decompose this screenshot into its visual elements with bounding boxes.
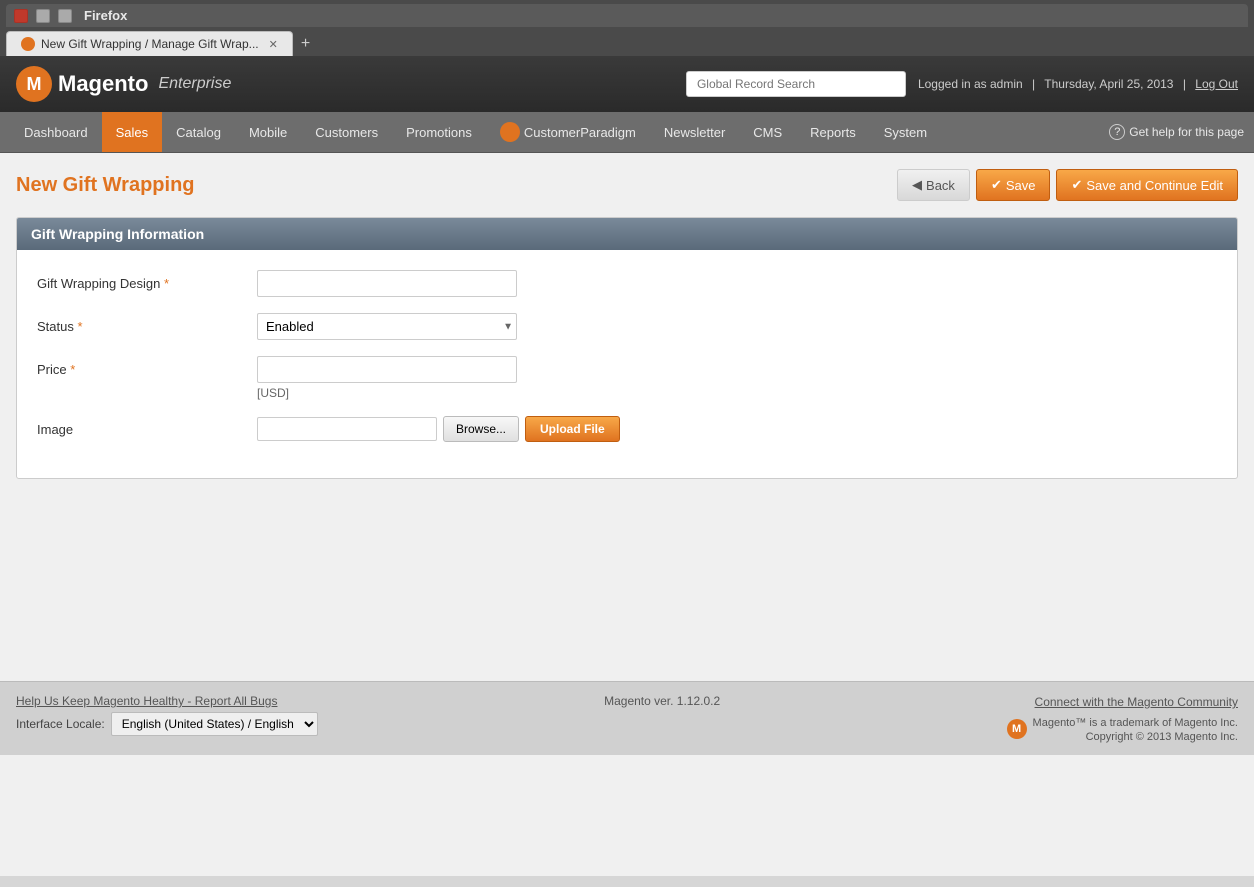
header-right: Logged in as admin | Thursday, April 25,… [686,71,1238,97]
community-link[interactable]: Connect with the Magento Community [1035,695,1238,709]
nav-item-sales[interactable]: Sales [102,112,163,152]
price-label: Price * [37,356,257,377]
nav-item-customer-paradigm[interactable]: CustomerParadigm [486,112,650,152]
design-required: * [164,276,169,291]
nav-item-dashboard[interactable]: Dashboard [10,112,102,152]
design-label: Gift Wrapping Design * [37,270,257,291]
form-body: Gift Wrapping Design * Status * [17,250,1237,478]
page-title: New Gift Wrapping [16,174,195,197]
nav-bar: Dashboard Sales Catalog Mobile Customers… [0,112,1254,153]
nav-item-promotions[interactable]: Promotions [392,112,486,152]
price-control: [USD] [257,356,1217,400]
footer-logo-icon: M [1007,719,1027,739]
maximize-button[interactable] [58,9,72,23]
save-continue-checkmark-icon: ✔ [1071,177,1082,193]
image-label: Image [37,416,257,437]
image-file-input[interactable] [257,417,437,441]
active-tab[interactable]: New Gift Wrapping / Manage Gift Wrap... … [6,31,293,56]
logo-icon: M [16,66,52,102]
logo-edition: Enterprise [158,75,231,93]
tab-close-icon[interactable]: ✕ [269,38,278,51]
browser-titlebar: Firefox [6,4,1248,27]
save-checkmark-icon: ✔ [991,177,1002,193]
back-arrow-icon: ◀ [912,177,922,193]
app-container: M Magento Enterprise Logged in as admin … [0,56,1254,876]
footer-locale: Interface Locale: English (United States… [16,712,318,736]
global-search-input[interactable] [686,71,906,97]
status-select[interactable]: Enabled Disabled [257,313,517,340]
locale-select[interactable]: English (United States) / English [111,712,318,736]
browser-tabs: New Gift Wrapping / Manage Gift Wrap... … [6,31,1248,56]
status-control: Enabled Disabled ▼ [257,313,1217,340]
design-row: Gift Wrapping Design * [37,270,1217,297]
save-button[interactable]: ✔ Save [976,169,1051,201]
customer-paradigm-icon [500,122,520,142]
minimize-button[interactable] [36,9,50,23]
design-control [257,270,1217,297]
nav-item-catalog[interactable]: Catalog [162,112,235,152]
design-input[interactable] [257,270,517,297]
logo-brand: Magento [58,71,148,97]
price-input[interactable] [257,356,517,383]
status-required: * [77,319,82,334]
footer-right: Connect with the Magento Community M Mag… [1007,694,1238,743]
help-circle-icon: ? [1109,124,1125,140]
form-section: Gift Wrapping Information Gift Wrapping … [16,217,1238,479]
image-control: Browse... Upload File [257,416,1217,442]
section-title: Gift Wrapping Information [31,226,204,242]
nav-item-system[interactable]: System [870,112,941,152]
user-status: Logged in as admin [918,77,1023,91]
magento-logo: M Magento Enterprise [16,66,231,102]
trademark-text: Magento™ is a trademark of Magento Inc. [1033,717,1238,729]
copyright-text: Copyright © 2013 Magento Inc. [1033,731,1238,743]
back-button[interactable]: ◀ Back [897,169,970,201]
browser-name: Firefox [84,8,127,23]
browser-chrome: Firefox New Gift Wrapping / Manage Gift … [0,0,1254,56]
image-input-group: Browse... Upload File [257,416,1217,442]
page-header: New Gift Wrapping ◀ Back ✔ Save ✔ Save a… [16,169,1238,201]
nav-item-reports[interactable]: Reports [796,112,870,152]
status-select-wrapper: Enabled Disabled ▼ [257,313,517,340]
report-bugs-link[interactable]: Help Us Keep Magento Healthy - Report Al… [16,694,318,708]
form-section-header: Gift Wrapping Information [17,218,1237,250]
logo-area: M Magento Enterprise [16,66,231,102]
nav-item-customers[interactable]: Customers [301,112,392,152]
pipe-separator: | [1183,77,1186,91]
locale-label: Interface Locale: [16,717,105,731]
footer-logo: M Magento™ is a trademark of Magento Inc… [1007,715,1238,743]
nav-item-cms[interactable]: CMS [739,112,796,152]
browse-button[interactable]: Browse... [443,416,519,442]
footer-left: Help Us Keep Magento Healthy - Report Al… [16,694,318,736]
image-row: Image Browse... Upload File [37,416,1217,442]
action-buttons: ◀ Back ✔ Save ✔ Save and Continue Edit [897,169,1238,201]
save-continue-button[interactable]: ✔ Save and Continue Edit [1056,169,1238,201]
price-row: Price * [USD] [37,356,1217,400]
user-info: Logged in as admin | Thursday, April 25,… [918,77,1238,91]
nav-item-newsletter[interactable]: Newsletter [650,112,739,152]
version-label: Magento ver. 1.12.0.2 [604,694,720,708]
current-date: Thursday, April 25, 2013 [1044,77,1173,91]
status-label: Status * [37,313,257,334]
nav-item-mobile[interactable]: Mobile [235,112,301,152]
tab-favicon [21,37,35,51]
close-button[interactable] [14,9,28,23]
currency-label: [USD] [257,386,1217,400]
logout-link[interactable]: Log Out [1195,77,1238,91]
main-content: New Gift Wrapping ◀ Back ✔ Save ✔ Save a… [0,153,1254,673]
upload-file-button[interactable]: Upload File [525,416,620,442]
footer-center: Magento ver. 1.12.0.2 [604,694,720,708]
app-footer: Help Us Keep Magento Healthy - Report Al… [0,681,1254,755]
nav-help[interactable]: ? Get help for this page [1109,112,1244,152]
app-header: M Magento Enterprise Logged in as admin … [0,56,1254,112]
price-required: * [70,362,75,377]
status-row: Status * Enabled Disabled ▼ [37,313,1217,340]
date-separator: | [1032,77,1035,91]
new-tab-button[interactable]: + [293,35,318,53]
tab-title: New Gift Wrapping / Manage Gift Wrap... [41,37,259,51]
